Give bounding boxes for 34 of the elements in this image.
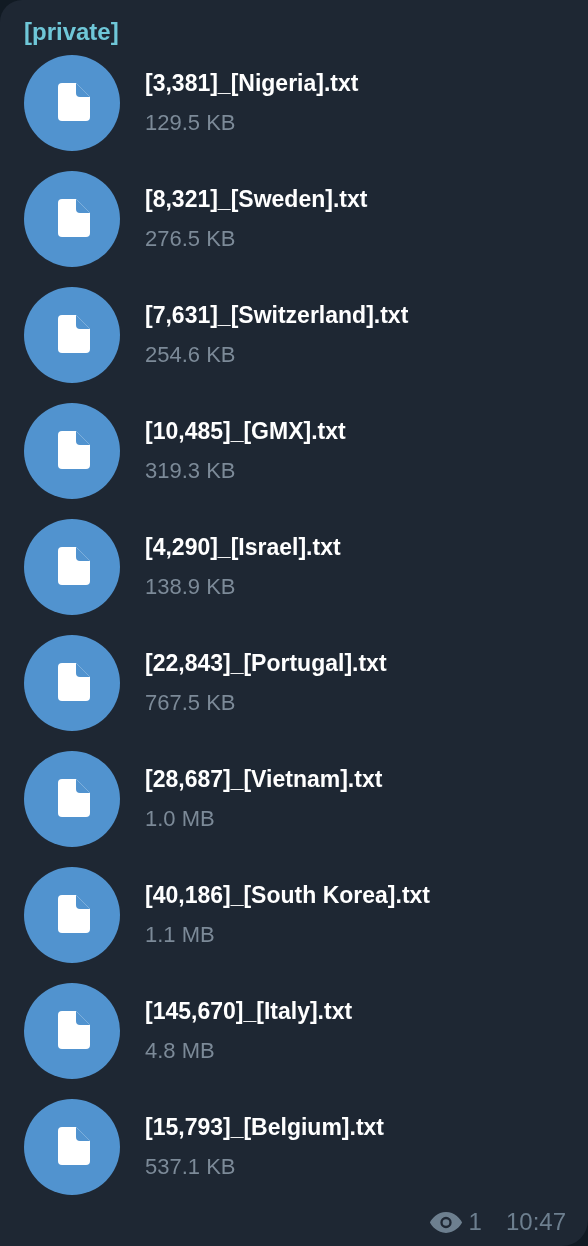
eye-icon [428,1210,463,1234]
file-icon[interactable] [24,519,120,615]
file-icon[interactable] [24,867,120,963]
file-icon[interactable] [24,751,120,847]
file-size: 319.3 KB [145,458,237,484]
file-name[interactable]: [8,321]_[Sweden].txt [145,186,368,212]
file-name[interactable]: [3,381]_[Nigeria].txt [145,70,359,96]
file-size: 537.1 KB [145,1154,237,1180]
file-size: 4.8 MB [145,1038,216,1064]
file-name[interactable]: [145,670]_[Italy].txt [145,998,353,1024]
file-size: 1.0 MB [145,806,216,832]
file-icon[interactable] [24,1099,120,1195]
file-icon[interactable] [24,171,120,267]
file-name[interactable]: [7,631]_[Switzerland].txt [145,302,409,328]
file-icon[interactable] [24,635,120,731]
file-name[interactable]: [22,843]_[Portugal].txt [145,650,387,676]
file-size: 276.5 KB [145,226,237,252]
file-name[interactable]: [40,186]_[South Korea].txt [145,882,430,908]
file-name[interactable]: [15,793]_[Belgium].txt [145,1114,384,1140]
file-size: 1.1 MB [145,922,216,948]
file-size: 138.9 KB [145,574,237,600]
sender-name[interactable]: [private] [24,14,564,50]
file-icon[interactable] [24,403,120,499]
file-size: 767.5 KB [145,690,237,716]
message-time: 10:47 [505,1208,566,1236]
file-name[interactable]: [28,687]_[Vietnam].txt [145,766,383,792]
file-size: 129.5 KB [145,110,237,136]
file-icon[interactable] [24,287,120,383]
file-icon[interactable] [24,983,120,1079]
view-count: 1 [468,1208,482,1236]
file-icon[interactable] [24,55,120,151]
file-name[interactable]: [10,485]_[GMX].txt [145,418,346,444]
file-size: 254.6 KB [145,342,237,368]
file-name[interactable]: [4,290]_[Israel].txt [145,534,341,560]
